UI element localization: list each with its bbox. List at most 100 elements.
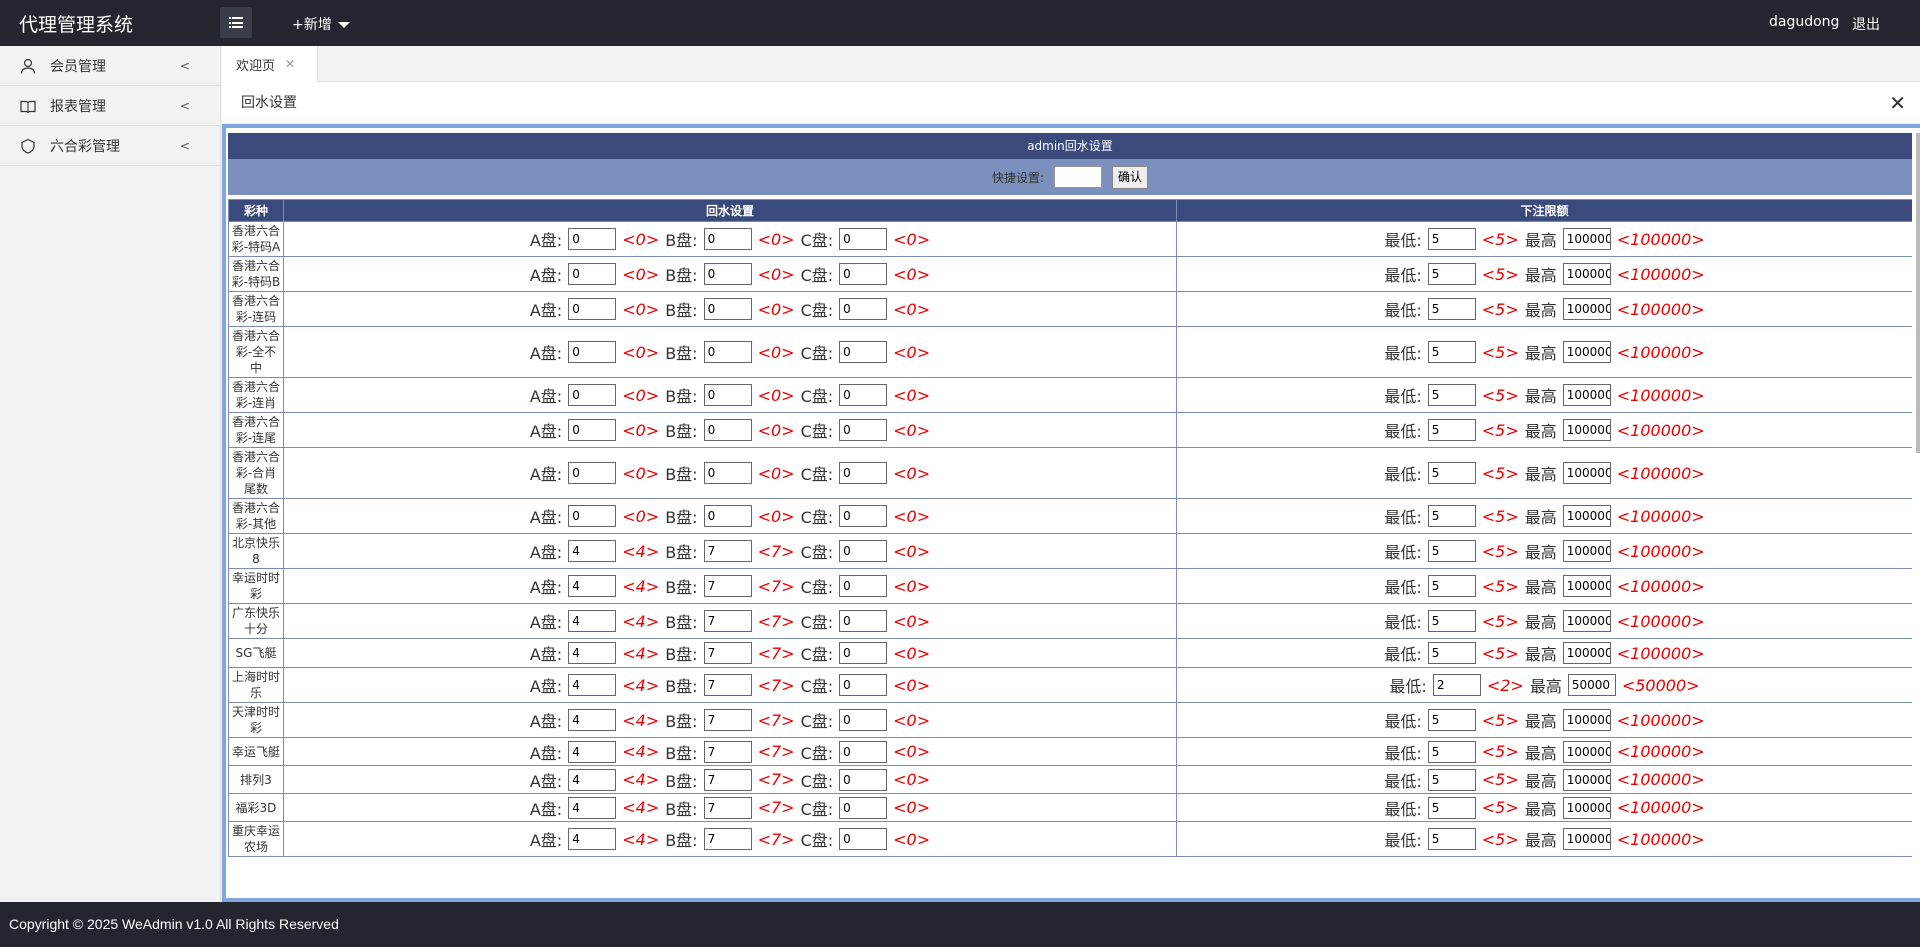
a-rebate-input[interactable] [568, 384, 617, 406]
sidebar-item-mark-six[interactable]: 六合彩管理 < [0, 126, 220, 166]
max-limit-input[interactable] [1562, 298, 1611, 320]
min-limit-input[interactable] [1427, 610, 1476, 632]
a-rebate-input[interactable] [568, 298, 617, 320]
sidebar-item-members[interactable]: 会员管理 < [0, 46, 220, 86]
c-rebate-input[interactable] [839, 263, 888, 285]
c-rebate-input[interactable] [839, 505, 888, 527]
b-rebate-input[interactable] [703, 575, 752, 597]
b-rebate-input[interactable] [703, 709, 752, 731]
username-link[interactable]: dagudong [1769, 14, 1839, 30]
a-rebate-input[interactable] [568, 575, 617, 597]
a-rebate-input[interactable] [568, 768, 617, 791]
max-limit-input[interactable] [1562, 462, 1611, 484]
a-rebate-input[interactable] [568, 642, 617, 664]
min-limit-input[interactable] [1427, 341, 1476, 363]
min-limit-input[interactable] [1427, 298, 1476, 320]
scrollbar[interactable] [1916, 133, 1920, 453]
b-rebate-input[interactable] [703, 298, 752, 320]
b-rebate-input[interactable] [703, 462, 752, 484]
a-rebate-input[interactable] [568, 341, 617, 363]
b-rebate-input[interactable] [703, 263, 752, 285]
max-limit-input[interactable] [1562, 796, 1611, 819]
a-rebate-input[interactable] [568, 540, 617, 562]
dialog-close-icon[interactable]: ✕ [1889, 91, 1906, 115]
b-rebate-input[interactable] [703, 384, 752, 406]
min-limit-input[interactable] [1432, 674, 1481, 696]
b-rebate-input[interactable] [703, 768, 752, 791]
a-rebate-input[interactable] [568, 462, 617, 484]
max-limit-input[interactable] [1562, 575, 1611, 597]
add-new-menu[interactable]: +新增 [292, 14, 350, 34]
max-limit-input[interactable] [1562, 540, 1611, 562]
c-rebate-input[interactable] [839, 709, 888, 731]
quick-setting-input[interactable] [1054, 166, 1103, 188]
min-limit-input[interactable] [1427, 505, 1476, 527]
max-limit-input[interactable] [1562, 341, 1611, 363]
a-rebate-input[interactable] [568, 740, 617, 763]
c-rebate-input[interactable] [839, 828, 888, 850]
c-rebate-input[interactable] [839, 740, 888, 763]
c-rebate-input[interactable] [839, 462, 888, 484]
min-limit-input[interactable] [1427, 419, 1476, 441]
c-rebate-input[interactable] [839, 384, 888, 406]
c-rebate-input[interactable] [839, 540, 888, 562]
min-limit-input[interactable] [1427, 384, 1476, 406]
a-rebate-input[interactable] [568, 796, 617, 819]
a-rebate-input[interactable] [568, 263, 617, 285]
max-limit-input[interactable] [1562, 709, 1611, 731]
max-limit-input[interactable] [1562, 610, 1611, 632]
tab-welcome[interactable]: 欢迎页 ✕ [222, 46, 318, 82]
min-limit-input[interactable] [1427, 228, 1476, 250]
a-rebate-input[interactable] [568, 674, 617, 696]
max-limit-input[interactable] [1562, 228, 1611, 250]
b-rebate-input[interactable] [703, 642, 752, 664]
min-limit-input[interactable] [1427, 796, 1476, 819]
min-limit-input[interactable] [1427, 828, 1476, 850]
min-limit-input[interactable] [1427, 540, 1476, 562]
b-rebate-input[interactable] [703, 610, 752, 632]
min-limit-input[interactable] [1427, 768, 1476, 791]
min-limit-input[interactable] [1427, 575, 1476, 597]
a-rebate-input[interactable] [568, 419, 617, 441]
max-limit-input[interactable] [1562, 828, 1611, 850]
max-limit-input[interactable] [1562, 419, 1611, 441]
max-limit-input[interactable] [1567, 674, 1616, 696]
a-rebate-input[interactable] [568, 828, 617, 850]
c-rebate-input[interactable] [839, 419, 888, 441]
menu-toggle-button[interactable] [220, 7, 252, 38]
b-rebate-input[interactable] [703, 796, 752, 819]
c-rebate-input[interactable] [839, 642, 888, 664]
c-rebate-input[interactable] [839, 796, 888, 819]
max-limit-input[interactable] [1562, 505, 1611, 527]
b-rebate-input[interactable] [703, 828, 752, 850]
max-limit-input[interactable] [1562, 768, 1611, 791]
logout-link[interactable]: 退出 [1852, 14, 1880, 34]
a-rebate-input[interactable] [568, 505, 617, 527]
min-limit-input[interactable] [1427, 740, 1476, 763]
close-icon[interactable]: ✕ [285, 57, 295, 71]
c-rebate-input[interactable] [839, 341, 888, 363]
a-rebate-input[interactable] [568, 709, 617, 731]
app-logo[interactable]: 代理管理系统 [19, 10, 133, 37]
sidebar-item-reports[interactable]: 报表管理 < [0, 86, 220, 126]
min-limit-input[interactable] [1427, 263, 1476, 285]
c-rebate-input[interactable] [839, 610, 888, 632]
c-rebate-input[interactable] [839, 298, 888, 320]
min-limit-input[interactable] [1427, 462, 1476, 484]
max-limit-input[interactable] [1562, 384, 1611, 406]
max-limit-input[interactable] [1562, 740, 1611, 763]
c-rebate-input[interactable] [839, 674, 888, 696]
min-limit-input[interactable] [1427, 642, 1476, 664]
min-limit-input[interactable] [1427, 709, 1476, 731]
b-rebate-input[interactable] [703, 228, 752, 250]
b-rebate-input[interactable] [703, 341, 752, 363]
b-rebate-input[interactable] [703, 674, 752, 696]
b-rebate-input[interactable] [703, 740, 752, 763]
c-rebate-input[interactable] [839, 228, 888, 250]
c-rebate-input[interactable] [839, 768, 888, 791]
max-limit-input[interactable] [1562, 263, 1611, 285]
max-limit-input[interactable] [1562, 642, 1611, 664]
a-rebate-input[interactable] [568, 228, 617, 250]
confirm-button[interactable]: 确认 [1112, 165, 1149, 189]
b-rebate-input[interactable] [703, 505, 752, 527]
